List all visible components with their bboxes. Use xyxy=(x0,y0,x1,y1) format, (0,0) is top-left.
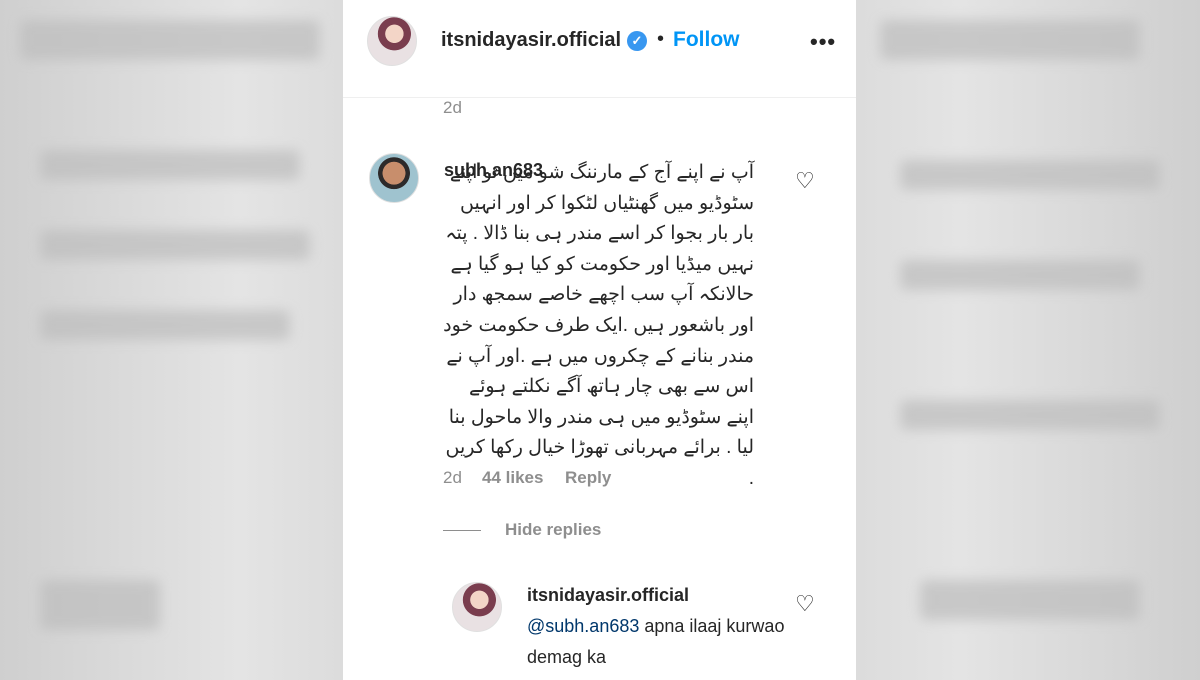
blur-shape xyxy=(40,150,300,180)
blur-shape xyxy=(40,230,310,260)
hide-replies-button[interactable]: Hide replies xyxy=(505,520,601,540)
like-heart-icon[interactable]: ♡ xyxy=(795,170,817,192)
comment-likes[interactable]: 44 likes xyxy=(482,468,543,488)
header-username[interactable]: itsnidayasir.official xyxy=(441,29,621,52)
blur-shape xyxy=(900,160,1160,190)
blur-shape xyxy=(40,580,160,630)
reply-button[interactable]: Reply xyxy=(565,468,611,488)
comment-time[interactable]: 2d xyxy=(443,468,462,488)
blur-shape xyxy=(920,580,1140,620)
post-comments-panel: itsnidayasir.official ✓ • Follow ••• 2d … xyxy=(343,0,856,680)
blur-shape xyxy=(880,20,1140,60)
reply-mention-link[interactable]: @subh.an683 xyxy=(527,616,639,636)
comment-text: آپ نے اپنے آج کے مارننگ شو میں تو اپنے س… xyxy=(443,162,754,489)
like-heart-icon[interactable]: ♡ xyxy=(795,593,817,615)
reply-username[interactable]: itsnidayasir.official xyxy=(527,585,689,606)
post-header: itsnidayasir.official ✓ • Follow ••• xyxy=(343,0,856,98)
reply-text: @subh.an683 apna ilaaj kurwao demag ka xyxy=(527,611,787,673)
avatar[interactable] xyxy=(369,153,419,203)
blur-shape xyxy=(900,400,1160,430)
blur-shape xyxy=(900,260,1140,290)
verified-badge-icon: ✓ xyxy=(627,31,647,51)
previous-comment-time[interactable]: 2d xyxy=(443,98,462,118)
more-options-icon[interactable]: ••• xyxy=(810,29,836,55)
avatar[interactable] xyxy=(367,16,417,66)
separator-dot: • xyxy=(657,28,665,50)
avatar[interactable] xyxy=(452,582,502,632)
follow-button[interactable]: Follow xyxy=(673,28,740,52)
blur-shape xyxy=(20,20,320,60)
replies-divider xyxy=(443,530,481,531)
blur-shape xyxy=(40,310,290,340)
